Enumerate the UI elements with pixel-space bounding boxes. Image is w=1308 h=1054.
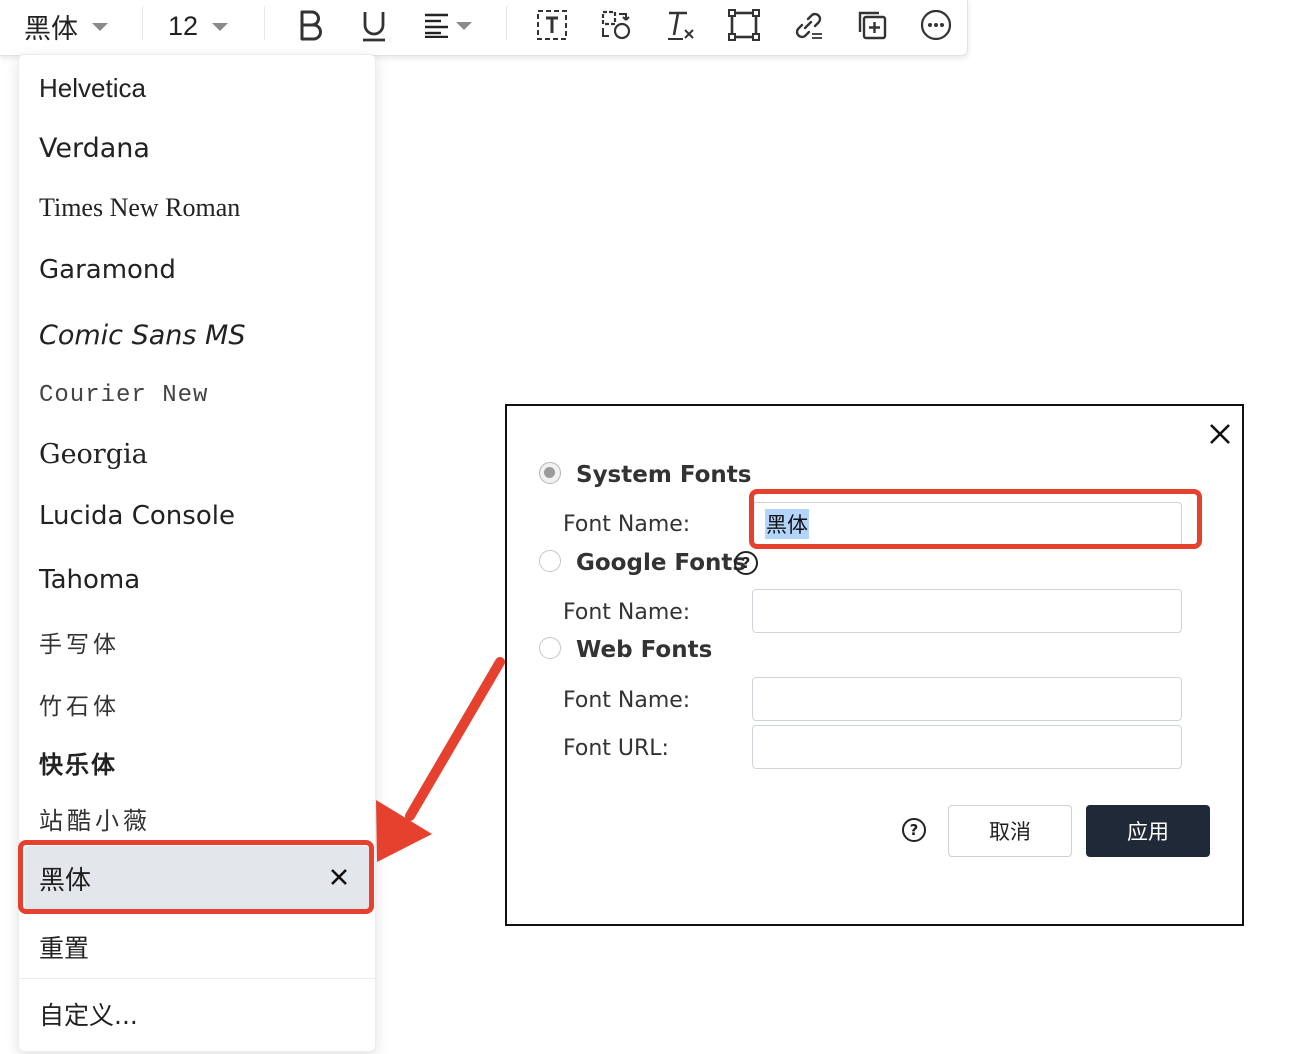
web-font-url-label: Font URL:	[563, 736, 669, 761]
toolbar-divider	[142, 6, 143, 40]
replace-icon	[601, 10, 631, 40]
chevron-down-icon	[456, 22, 472, 30]
font-option-happy[interactable]: 快乐体	[39, 745, 117, 780]
close-icon[interactable]	[329, 867, 349, 887]
google-font-name-label: Font Name:	[563, 600, 691, 625]
system-fonts-radio[interactable]	[539, 462, 561, 484]
add-copy-icon	[858, 11, 887, 40]
font-option-helvetica[interactable]: Helvetica	[39, 73, 146, 104]
font-option-garamond[interactable]: Garamond	[39, 255, 176, 285]
font-option-courier-new[interactable]: Courier New	[39, 382, 208, 409]
font-option-georgia[interactable]: Georgia	[39, 439, 148, 470]
more-icon	[920, 9, 952, 41]
font-option-times-new-roman[interactable]: Times New Roman	[39, 193, 240, 223]
custom-font-option[interactable]: 自定义...	[39, 996, 138, 1032]
google-fonts-radio[interactable]	[539, 550, 561, 572]
clear-format-button[interactable]	[660, 4, 700, 46]
underline-icon	[363, 12, 385, 42]
help-icon[interactable]: ?	[734, 551, 758, 575]
editor-toolbar: 黑体 12	[0, 0, 968, 56]
cancel-button[interactable]: 取消	[948, 805, 1072, 857]
more-button[interactable]	[916, 4, 956, 46]
font-option-lucida-console[interactable]: Lucida Console	[39, 501, 235, 531]
web-fonts-radio[interactable]	[539, 637, 561, 659]
bold-button[interactable]	[290, 4, 330, 46]
help-icon[interactable]: ?	[902, 818, 926, 842]
font-option-comic-sans-ms[interactable]: Comic Sans MS	[39, 320, 245, 351]
font-size-value: 12	[168, 10, 199, 41]
web-font-url-input[interactable]	[752, 725, 1182, 769]
font-settings-dialog: System Fonts Font Name: 黑体 Google Fonts …	[505, 404, 1244, 926]
system-font-name-label: Font Name:	[563, 512, 691, 537]
frame-button[interactable]	[724, 4, 764, 46]
font-family-menu: Helvetica Verdana Times New Roman Garamo…	[18, 54, 376, 1052]
toolbar-divider	[264, 6, 265, 40]
menu-divider	[19, 978, 375, 979]
chevron-down-icon	[92, 23, 108, 31]
font-option-tahoma[interactable]: Tahoma	[39, 565, 140, 595]
font-option-handwriting[interactable]: 手写体	[39, 625, 120, 659]
google-font-name-input[interactable]	[752, 589, 1182, 633]
reset-font-option[interactable]: 重置	[39, 929, 89, 965]
underline-button[interactable]	[354, 4, 394, 46]
clear-format-icon	[668, 11, 694, 40]
apply-button[interactable]: 应用	[1086, 805, 1210, 857]
bold-icon	[300, 10, 322, 41]
font-option-zcool-xiaowei[interactable]: 站酷小薇	[39, 801, 151, 836]
text-box-icon	[537, 10, 567, 40]
chevron-down-icon	[212, 23, 229, 31]
frame-icon	[728, 9, 760, 41]
selected-font-label: 黑体	[39, 866, 92, 896]
link-button[interactable]	[788, 4, 828, 46]
font-family-value: 黑体	[24, 13, 78, 45]
align-left-icon	[425, 13, 448, 38]
web-font-name-input[interactable]	[752, 677, 1182, 721]
web-font-name-label: Font Name:	[563, 688, 691, 713]
web-fonts-title: Web Fonts	[576, 637, 713, 663]
font-family-select[interactable]: 黑体	[24, 6, 108, 46]
toolbar-divider	[506, 6, 507, 40]
font-size-select[interactable]: 12	[168, 6, 229, 46]
replace-button[interactable]	[596, 4, 636, 46]
font-option-heiti-selected[interactable]: 黑体	[25, 846, 369, 910]
align-select[interactable]	[424, 4, 480, 46]
google-fonts-title: Google Fonts	[576, 550, 747, 576]
system-fonts-title: System Fonts	[576, 462, 752, 488]
system-font-name-value: 黑体	[765, 509, 809, 539]
add-copy-button[interactable]	[852, 4, 892, 46]
font-option-bamboo-stone[interactable]: 竹石体	[39, 687, 120, 721]
font-option-verdana[interactable]: Verdana	[39, 133, 150, 164]
text-box-button[interactable]	[532, 4, 572, 46]
system-font-name-input[interactable]: 黑体	[752, 502, 1182, 546]
close-icon[interactable]	[1206, 420, 1234, 448]
link-icon	[795, 12, 822, 39]
